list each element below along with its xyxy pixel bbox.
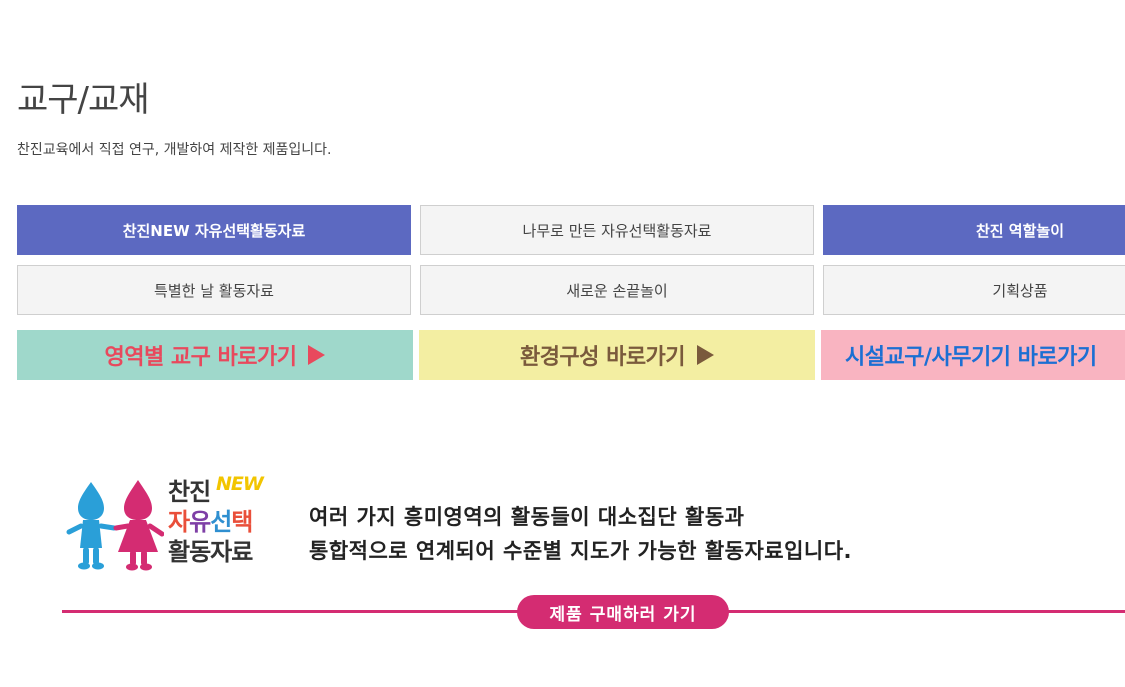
buy-product-button[interactable]: 제품 구매하러 가기 [517, 595, 729, 629]
tab-special-day[interactable]: 특별한 날 활동자료 [17, 265, 411, 315]
feature-description-line: 여러 가지 흥미영역의 활동들이 대소집단 활동과 [309, 505, 745, 529]
logo-activity-text: 활동자료 [168, 538, 253, 566]
logo-char: 자 [168, 508, 190, 536]
tab-label: 찬진NEW 자유선택활동자료 [122, 221, 306, 240]
feature-description: 여러 가지 흥미영역의 활동들이 대소집단 활동과 통합적으로 연계되어 수준별… [309, 500, 852, 568]
logo-char: 선 [210, 508, 232, 536]
tab-label: 찬진 역할놀이 [975, 221, 1065, 240]
page-title: 교구/교재 [17, 80, 150, 120]
logo-brand-text: 찬진 [168, 478, 211, 506]
logo-char: 택 [231, 508, 253, 536]
logo-char: 유 [189, 508, 211, 536]
feature-description-line: 통합적으로 연계되어 수준별 지도가 가능한 활동자료입니다. [309, 539, 853, 563]
tab-fingertip-play[interactable]: 새로운 손끝놀이 [420, 265, 814, 315]
shortcut-environment[interactable]: 환경구성 바로가기 [419, 330, 815, 380]
shortcut-facility-office[interactable]: 시설교구/사무기기 바로가기 [821, 330, 1125, 380]
play-arrow-icon [697, 345, 715, 365]
children-figures-icon [66, 480, 165, 571]
tab-label: 새로운 손끝놀이 [566, 281, 668, 300]
page: 교구/교재 찬진교육에서 직접 연구, 개발하여 제작한 제품입니다. 찬진NE… [0, 0, 1125, 687]
page-description: 찬진교육에서 직접 연구, 개발하여 제작한 제품입니다. [17, 142, 332, 158]
tab-wooden-free-choice[interactable]: 나무로 만든 자유선택활동자료 [420, 205, 814, 255]
shortcut-label: 시설교구/사무기기 바로가기 [845, 345, 1097, 370]
shortcut-label: 영역별 교구 바로가기 [104, 345, 297, 370]
shortcut-area-teaching-aids[interactable]: 영역별 교구 바로가기 [17, 330, 413, 380]
shortcut-label: 환경구성 바로가기 [519, 345, 686, 370]
logo-new-badge: NEW [216, 473, 264, 495]
tab-role-play[interactable]: 찬진 역할놀이 [823, 205, 1125, 255]
product-logo: 찬진 NEW 자유선택 활동자료 [64, 470, 274, 580]
tab-chanjin-new-free-choice[interactable]: 찬진NEW 자유선택활동자료 [17, 205, 411, 255]
tab-label: 특별한 날 활동자료 [154, 281, 274, 300]
tab-planned-products[interactable]: 기획상품 [823, 265, 1125, 315]
play-arrow-icon [308, 345, 326, 365]
tab-label: 기획상품 [992, 281, 1048, 300]
tab-label: 나무로 만든 자유선택활동자료 [522, 221, 712, 240]
logo-free-choice-text: 자유선택 [168, 508, 253, 536]
